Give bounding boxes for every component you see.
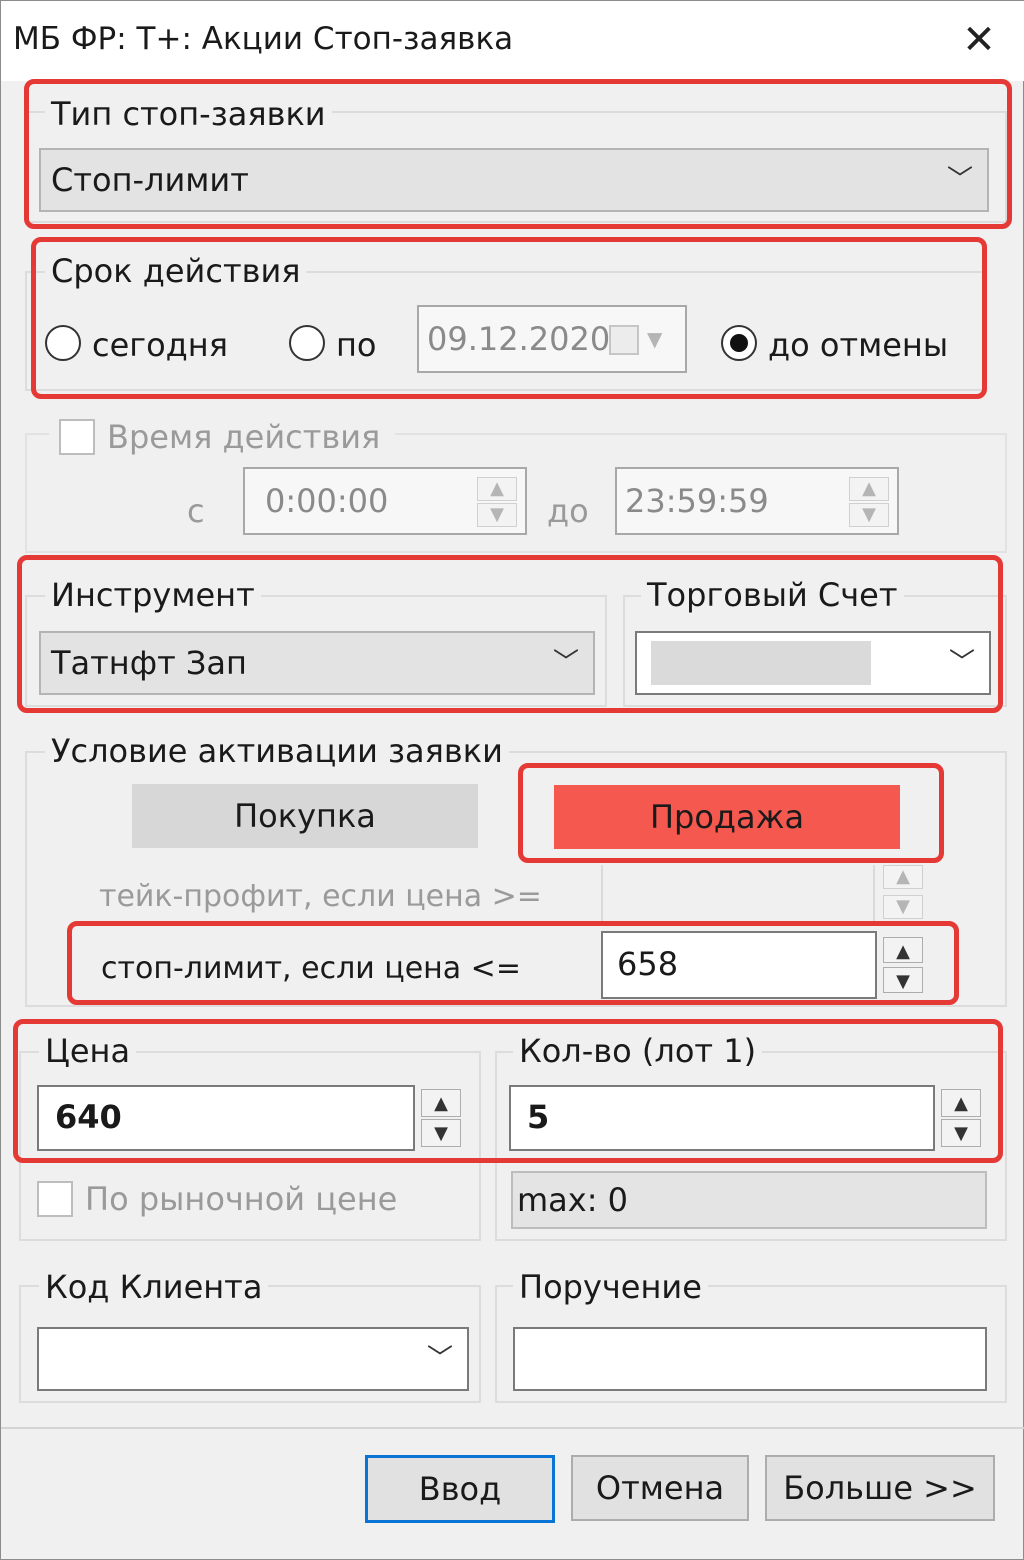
take-profit-up[interactable]: ▲ xyxy=(883,865,923,889)
time-from-value: 0:00:00 xyxy=(265,482,389,520)
time-from-down[interactable]: ▼ xyxy=(477,503,517,527)
time-to-down[interactable]: ▼ xyxy=(849,503,889,527)
client-legend: Код Клиента xyxy=(39,1267,269,1307)
more-button[interactable]: Больше >> xyxy=(765,1455,995,1521)
time-to-label: до xyxy=(547,492,589,530)
take-profit-label: тейк-профит, если цена >= xyxy=(99,879,542,914)
time-label: Время действия xyxy=(107,418,381,456)
take-profit-input[interactable] xyxy=(601,865,875,921)
activation-legend: Условие активации заявки xyxy=(45,731,509,771)
client-select[interactable]: ﹀ xyxy=(37,1327,469,1391)
stop-order-dialog: МБ ФР: Т+: Акции Стоп-заявка ✕ Тип стоп-… xyxy=(0,0,1024,1560)
time-to-up[interactable]: ▲ xyxy=(849,477,889,501)
cancel-button[interactable]: Отмена xyxy=(571,1455,749,1521)
highlight-instrument-account xyxy=(17,555,1003,713)
max-qty-text: max: 0 xyxy=(517,1181,629,1219)
instruction-input[interactable] xyxy=(513,1327,987,1391)
time-to-value: 23:59:59 xyxy=(625,482,769,520)
max-qty-display: max: 0 xyxy=(511,1171,987,1229)
highlight-stop-type xyxy=(24,79,1012,229)
market-price-label: По рыночной цене xyxy=(85,1180,398,1218)
title-bar[interactable]: МБ ФР: Т+: Акции Стоп-заявка ✕ xyxy=(1,1,1024,81)
instruction-legend: Поручение xyxy=(513,1267,708,1307)
footer-divider xyxy=(1,1427,1024,1429)
market-price-checkbox[interactable] xyxy=(37,1181,73,1217)
time-checkbox[interactable] xyxy=(59,419,95,455)
take-profit-down[interactable]: ▼ xyxy=(883,895,923,919)
time-from-up[interactable]: ▲ xyxy=(477,477,517,501)
highlight-stop-limit xyxy=(67,921,959,1005)
enter-button[interactable]: Ввод xyxy=(365,1455,555,1523)
buy-button[interactable]: Покупка xyxy=(132,784,478,848)
close-icon[interactable]: ✕ xyxy=(956,17,1002,63)
highlight-validity xyxy=(31,237,987,399)
window-title: МБ ФР: Т+: Акции Стоп-заявка xyxy=(13,21,514,57)
highlight-price-qty xyxy=(13,1019,1003,1163)
highlight-sell xyxy=(518,763,944,863)
chevron-down-icon: ﹀ xyxy=(426,1344,453,1374)
time-from-label: с xyxy=(187,492,205,530)
